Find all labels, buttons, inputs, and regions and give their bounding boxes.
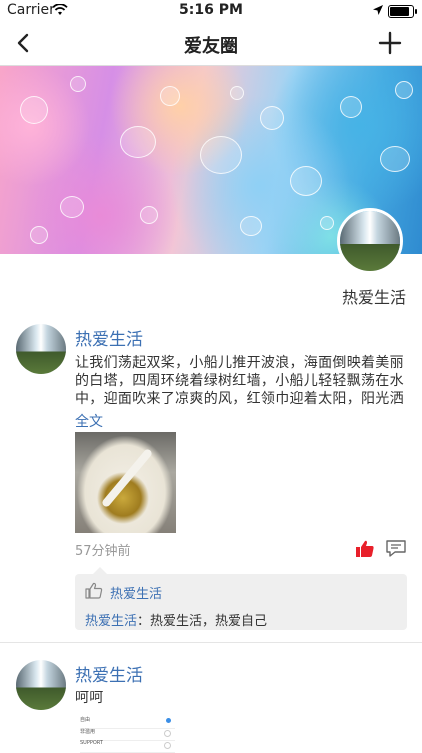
post-screenshot-image[interactable]: 自由 非滥用 SUPPORT (75, 713, 178, 753)
post-item: 热爱生活 呵呵 自由 非滥用 SUPPORT (0, 0, 422, 753)
waterfall-image (16, 660, 66, 710)
settings-row-label: SUPPORT (80, 740, 103, 746)
post-text: 呵呵 (75, 690, 104, 706)
author-avatar[interactable] (16, 660, 66, 710)
author-name[interactable]: 热爱生活 (75, 661, 143, 686)
settings-row-label: 自由 (80, 717, 91, 723)
settings-row-label: 非滥用 (80, 729, 96, 735)
